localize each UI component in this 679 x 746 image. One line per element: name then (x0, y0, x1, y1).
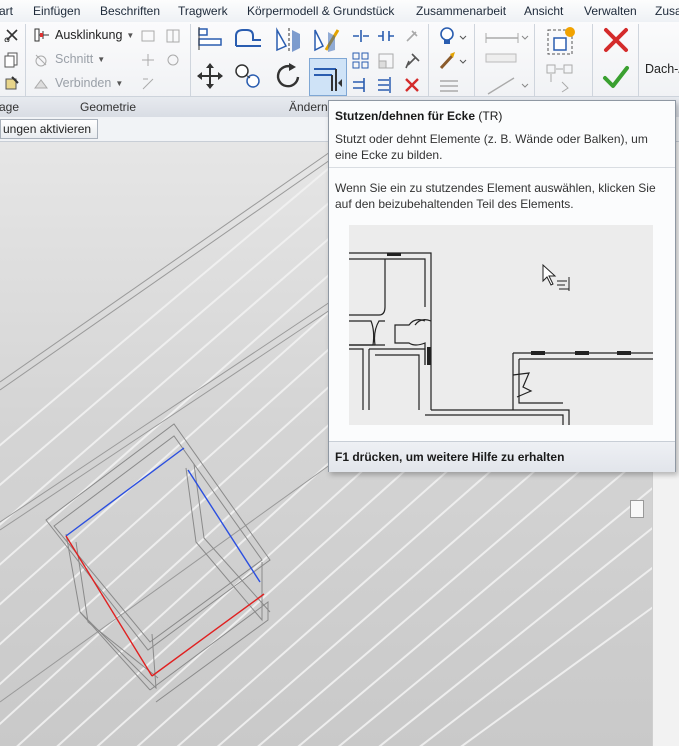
wall-join-icon[interactable] (140, 28, 156, 44)
menu-item-zusatz[interactable]: Zusa (655, 4, 679, 18)
create-group-icon[interactable] (544, 62, 578, 94)
trim-extend-corner-button[interactable] (309, 58, 347, 96)
scale-icon[interactable] (377, 52, 395, 70)
mirror-pick-axis-icon[interactable] (274, 26, 304, 54)
coping-icon[interactable] (33, 27, 51, 43)
tooltip-detail: Wenn Sie ein zu stutzendes Element auswä… (335, 181, 656, 211)
chevron-down-icon: ▼ (115, 79, 124, 89)
lightbulb-icon[interactable] (438, 26, 468, 48)
scrollbar-thumb[interactable] (630, 500, 644, 518)
roof-button-label[interactable]: Dach-/ (645, 62, 679, 76)
menu-item-einfuegen[interactable]: Einfügen (33, 4, 80, 18)
trim-cursor-icon (557, 277, 570, 291)
trim-extend-single-icon[interactable] (352, 76, 370, 94)
split-with-gap-icon[interactable] (377, 28, 395, 44)
menu-item-zusammenarbeit[interactable]: Zusammenarbeit (416, 4, 506, 18)
copy-clipboard-icon[interactable] (4, 52, 20, 68)
demolish-icon[interactable] (140, 76, 156, 92)
coping-label: Ausklinkung (55, 28, 123, 42)
cut-scissors-icon[interactable] (4, 28, 20, 42)
tooltip-title: Stutzen/dehnen für Ecke (TR) (335, 109, 502, 123)
array-icon[interactable] (352, 52, 370, 70)
create-similar-icon[interactable] (542, 24, 578, 58)
tooltip-title-text: Stutzen/dehnen für Ecke (335, 109, 476, 123)
chevron-down-icon: ▼ (97, 55, 106, 65)
align-icon[interactable] (196, 26, 224, 52)
paint-face-icon[interactable] (165, 52, 181, 68)
coping-button[interactable]: Ausklinkung ▼ (55, 28, 134, 42)
pin-icon[interactable] (403, 52, 421, 70)
unpin-icon[interactable] (403, 28, 421, 44)
menu-item-koerpermodell[interactable]: Körpermodell & Grundstück (247, 4, 394, 18)
tooltip-divider (329, 167, 675, 168)
join-geometry-icon[interactable] (33, 76, 49, 92)
menu-item-verwalten[interactable]: Verwalten (584, 4, 637, 18)
menu-item-beschriften[interactable]: Beschriften (100, 4, 160, 18)
chevron-down-icon: ▼ (126, 31, 135, 41)
floorplan-illustration (349, 252, 653, 425)
tool-tooltip: Stutzen/dehnen für Ecke (TR) Stutzt oder… (328, 100, 676, 472)
join-geometry-button[interactable]: Verbinden ▼ (55, 76, 123, 90)
measure-icon[interactable] (484, 30, 530, 46)
split-face-icon[interactable] (165, 28, 181, 44)
finish-icon[interactable] (602, 64, 630, 90)
linework-icon[interactable] (438, 76, 462, 94)
tooltip-shortcut: (TR) (478, 109, 503, 123)
tooltip-help-hint: F1 drücken, um weitere Hilfe zu erhalten (335, 450, 565, 464)
copy-icon[interactable] (233, 62, 263, 90)
panel-label-partial: age (0, 100, 20, 114)
menu-item-art[interactable]: art (0, 4, 13, 18)
cut-geometry-icon[interactable] (33, 52, 49, 68)
trim-extend-corner-icon (314, 68, 342, 91)
activate-dimensions-button[interactable]: ungen aktivieren (0, 119, 99, 139)
brush-icon[interactable] (438, 50, 468, 72)
panel-label-modify: Ändern (289, 100, 328, 114)
tooltip-illustration (349, 225, 653, 425)
move-icon[interactable] (196, 62, 224, 90)
trim-extend-multiple-icon[interactable] (377, 76, 395, 94)
unjoin-icon[interactable] (140, 52, 156, 68)
rotate-icon[interactable] (274, 62, 304, 92)
match-properties-icon[interactable] (4, 76, 20, 92)
menu-bar: art Einfügen Beschriften Tragwerk Körper… (0, 0, 679, 23)
cut-geometry-button[interactable]: Schnitt ▼ (55, 52, 105, 66)
selected-edge-blue-2[interactable] (187, 469, 261, 583)
menu-item-tragwerk[interactable]: Tragwerk (178, 4, 228, 18)
cancel-icon[interactable] (602, 26, 630, 54)
menu-item-ansicht[interactable]: Ansicht (524, 4, 563, 18)
split-element-icon[interactable] (352, 28, 370, 44)
tooltip-description: Stutzt oder dehnt Elemente (z. B. Wände … (335, 132, 648, 162)
measure-between-icon[interactable] (484, 74, 530, 98)
panel-label-geometry: Geometrie (80, 100, 137, 114)
cut-geometry-label: Schnitt (55, 52, 94, 66)
mirror-draw-axis-icon[interactable] (312, 26, 342, 54)
cursor-arrow-icon (542, 263, 557, 286)
tooltip-footer: F1 drücken, um weitere Hilfe zu erhalten (329, 441, 675, 472)
offset-icon[interactable] (233, 26, 265, 52)
join-geometry-label: Verbinden (55, 76, 112, 90)
dormer-outline (45, 423, 271, 703)
dimension-icon[interactable] (484, 50, 520, 66)
delete-icon[interactable] (403, 76, 421, 94)
